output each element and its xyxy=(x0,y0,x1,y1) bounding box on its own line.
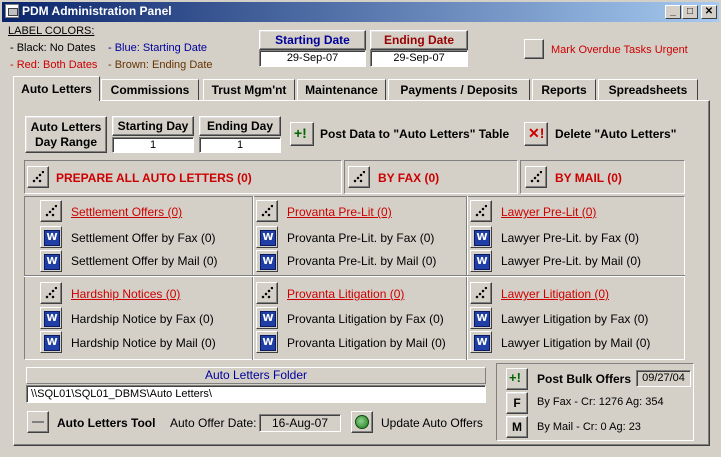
settlement-fax-label: Settlement Offer by Fax (0) xyxy=(71,231,216,245)
plus-icon: +! xyxy=(294,125,307,141)
post-bulk-offers-button[interactable]: +! xyxy=(506,368,528,390)
grid-divider xyxy=(24,275,685,277)
prepare-all-label[interactable]: PREPARE ALL AUTO LETTERS (0) xyxy=(56,171,252,185)
provanta-prelit-prepare-icon[interactable] xyxy=(256,200,278,222)
title-bar: PDM Administration Panel _ □ ✕ xyxy=(0,0,721,22)
tab-auto-letters[interactable]: Auto Letters xyxy=(13,76,100,101)
tab-commissions[interactable]: Commissions xyxy=(101,79,199,101)
lawyer-litigation-link[interactable]: Lawyer Litigation (0) xyxy=(501,287,609,301)
lawyer-prelit-prepare-icon[interactable] xyxy=(470,200,492,222)
grid-divider xyxy=(252,196,254,360)
update-auto-offers-button[interactable] xyxy=(351,411,373,433)
delete-letters-button[interactable]: ✕! xyxy=(524,122,548,146)
auto-offer-date-label: Auto Offer Date: xyxy=(170,416,257,430)
lawyer-lit-fax-label: Lawyer Litigation by Fax (0) xyxy=(501,312,649,326)
update-auto-offers-label: Update Auto Offers xyxy=(381,416,483,430)
word-icon[interactable] xyxy=(470,307,492,329)
hardship-fax-label: Hardship Notice by Fax (0) xyxy=(71,312,214,326)
ending-date-field[interactable]: 29-Sep-07 xyxy=(370,50,468,67)
window-title: PDM Administration Panel xyxy=(22,4,172,18)
prepare-fax-icon[interactable] xyxy=(348,166,370,188)
starting-date-field[interactable]: 29-Sep-07 xyxy=(259,50,366,67)
post-data-label: Post Data to "Auto Letters" Table xyxy=(320,127,510,141)
globe-icon xyxy=(355,415,369,429)
bulk-offers-date[interactable]: 09/27/04 xyxy=(636,370,691,387)
auto-letters-tool-label: Auto Letters Tool xyxy=(57,416,156,430)
prepare-fax-label[interactable]: BY FAX (0) xyxy=(378,171,439,185)
tab-spreadsheets[interactable]: Spreadsheets xyxy=(598,79,698,101)
word-icon[interactable] xyxy=(40,331,62,353)
tool-icon xyxy=(32,421,44,423)
hardship-mail-label: Hardship Notice by Mail (0) xyxy=(71,336,216,350)
word-icon[interactable] xyxy=(40,250,62,272)
hardship-notices-link[interactable]: Hardship Notices (0) xyxy=(71,287,180,301)
maximize-button[interactable]: □ xyxy=(682,5,698,19)
word-icon[interactable] xyxy=(470,226,492,248)
legend-blue: - Blue: Starting Date xyxy=(108,42,208,54)
hardship-prepare-icon[interactable] xyxy=(40,282,62,304)
settlement-mail-label: Settlement Offer by Mail (0) xyxy=(71,254,218,268)
provanta-prelit-link[interactable]: Provanta Pre-Lit (0) xyxy=(287,205,392,219)
starting-day-field[interactable]: 1 xyxy=(112,137,194,153)
post-data-button[interactable]: +! xyxy=(290,122,314,146)
close-button[interactable]: ✕ xyxy=(701,5,717,19)
word-icon[interactable] xyxy=(470,250,492,272)
legend-black: - Black: No Dates xyxy=(10,42,96,54)
tab-trust-management[interactable]: Trust Mgm'nt xyxy=(203,79,295,101)
ending-day-label: Ending Day xyxy=(199,116,281,136)
legend-brown: - Brown: Ending Date xyxy=(108,59,213,71)
provanta-prelit-mail-label: Provanta Pre-Lit. by Mail (0) xyxy=(287,254,437,268)
prepare-mail-icon[interactable] xyxy=(525,166,547,188)
legend-red: - Red: Both Dates xyxy=(10,59,98,71)
word-icon[interactable] xyxy=(256,226,278,248)
plus-icon: +! xyxy=(509,370,521,385)
settlement-offers-link[interactable]: Settlement Offers (0) xyxy=(71,205,182,219)
mail-bulk-button[interactable]: M xyxy=(506,416,528,438)
app-icon xyxy=(5,4,19,18)
lawyer-prelit-link[interactable]: Lawyer Pre-Lit (0) xyxy=(501,205,596,219)
tab-payments-deposits[interactable]: Payments / Deposits xyxy=(388,79,530,101)
ending-date-label: Ending Date xyxy=(370,30,468,50)
prepare-all-icon[interactable] xyxy=(27,166,49,188)
provanta-prelit-fax-label: Provanta Pre-Lit. by Fax (0) xyxy=(287,231,435,245)
auto-letters-tool-button[interactable] xyxy=(27,411,49,433)
provanta-litigation-link[interactable]: Provanta Litigation (0) xyxy=(287,287,404,301)
folder-path-field[interactable]: \\SQL01\SQL01_DBMS\Auto Letters\ xyxy=(26,385,486,403)
grid-divider xyxy=(466,196,468,360)
lawyer-lit-prepare-icon[interactable] xyxy=(470,282,492,304)
lawyer-prelit-fax-label: Lawyer Pre-Lit. by Fax (0) xyxy=(501,231,640,245)
word-icon[interactable] xyxy=(256,307,278,329)
minimize-button[interactable]: _ xyxy=(665,5,681,19)
word-icon[interactable] xyxy=(256,250,278,272)
day-range-button[interactable]: Auto Letters Day Range xyxy=(25,116,107,153)
fax-bulk-button[interactable]: F xyxy=(506,392,528,414)
lawyer-lit-mail-label: Lawyer Litigation by Mail (0) xyxy=(501,336,651,350)
word-icon[interactable] xyxy=(256,331,278,353)
ending-day-field[interactable]: 1 xyxy=(199,137,281,153)
provanta-lit-prepare-icon[interactable] xyxy=(256,282,278,304)
tab-maintenance[interactable]: Maintenance xyxy=(297,79,386,101)
word-icon[interactable] xyxy=(40,307,62,329)
starting-day-label: Starting Day xyxy=(112,116,194,136)
starting-date-label: Starting Date xyxy=(259,30,366,50)
tab-reports[interactable]: Reports xyxy=(532,79,596,101)
prepare-mail-label[interactable]: BY MAIL (0) xyxy=(555,171,622,185)
word-icon[interactable] xyxy=(470,331,492,353)
delete-letters-label: Delete "Auto Letters" xyxy=(555,127,677,141)
auto-offer-date-field[interactable]: 16-Aug-07 xyxy=(259,414,341,432)
folder-label: Auto Letters Folder xyxy=(26,367,486,384)
settlement-prepare-icon[interactable] xyxy=(40,200,62,222)
mark-urgent-label: Mark Overdue Tasks Urgent xyxy=(551,44,688,56)
post-bulk-offers-label: Post Bulk Offers xyxy=(537,372,632,386)
lawyer-prelit-mail-label: Lawyer Pre-Lit. by Mail (0) xyxy=(501,254,642,268)
bulk-mail-text: By Mail - Cr: 0 Ag: 23 xyxy=(537,421,641,433)
delete-icon: ✕! xyxy=(528,125,545,141)
label-colors-heading: LABEL COLORS: xyxy=(8,25,95,37)
provanta-lit-mail-label: Provanta Litigation by Mail (0) xyxy=(287,336,446,350)
word-icon[interactable] xyxy=(40,226,62,248)
mark-urgent-button[interactable] xyxy=(524,39,544,59)
provanta-lit-fax-label: Provanta Litigation by Fax (0) xyxy=(287,312,444,326)
bulk-fax-text: By Fax - Cr: 1276 Ag: 354 xyxy=(537,396,664,408)
